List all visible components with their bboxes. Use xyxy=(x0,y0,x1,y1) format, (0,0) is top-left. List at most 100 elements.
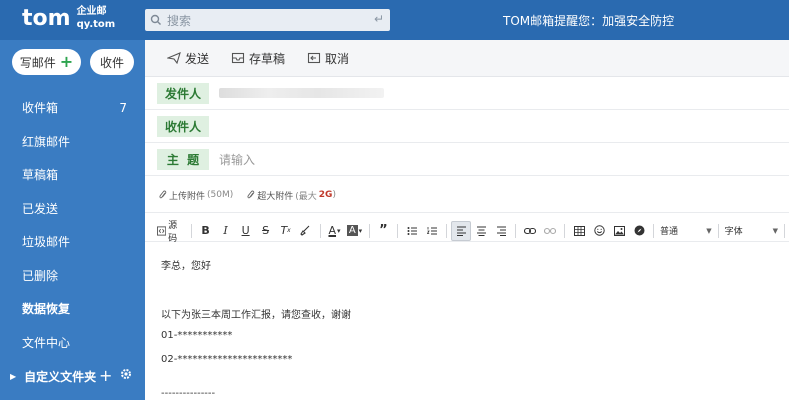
divider xyxy=(515,223,517,238)
security-notice[interactable]: TOM邮箱提醒您：加强安全防控 xyxy=(503,12,674,29)
enter-icon: ↵ xyxy=(373,12,384,26)
source-code-button[interactable]: 源码 xyxy=(155,221,187,244)
sidebar: 写邮件 + 收件 收件箱 7 红旗邮件 草稿箱 已发送 垃圾邮件 已删除 数据恢… xyxy=(0,40,145,400)
sidebar-item-label: 文件中心 xyxy=(22,335,71,350)
quote-icon[interactable]: ” xyxy=(373,221,393,241)
format-painter-icon[interactable] xyxy=(296,221,316,241)
custom-folder-section[interactable]: ▶ 自定义文件夹 + xyxy=(0,366,145,386)
sidebar-item-data-recovery[interactable]: 数据恢复 xyxy=(0,292,145,326)
logo-sub-text: 企业邮 qy.tom xyxy=(77,5,116,31)
to-row: 收件人 xyxy=(145,110,789,143)
upload-attachment-button[interactable]: 上传附件 (50M) xyxy=(159,189,233,202)
sidebar-item-sent[interactable]: 已发送 xyxy=(0,192,145,226)
big-attachment-label: 超大附件 xyxy=(257,191,294,202)
body-line: 02-*********************** xyxy=(161,354,293,365)
paperclip-icon xyxy=(159,190,167,199)
compose-area: 发送 存草稿 取消 发件人 收件人 主 题 请输入 上传附件 (50M) 超大附… xyxy=(145,40,789,400)
big-attachment-button[interactable]: 超大附件 (最大 2G) xyxy=(247,189,336,202)
body-line: --------------- xyxy=(161,388,216,399)
font-family-select[interactable]: 字体 ▼ xyxy=(723,221,780,241)
search-icon xyxy=(145,9,167,31)
clear-format-icon[interactable]: Tx xyxy=(276,221,296,241)
draft-box-icon xyxy=(231,52,245,64)
add-folder-icon[interactable]: + xyxy=(99,366,112,386)
align-right-icon[interactable] xyxy=(491,221,511,241)
font-family-value: 字体 xyxy=(724,227,743,237)
gear-icon[interactable] xyxy=(120,368,132,383)
link-icon[interactable] xyxy=(520,221,540,241)
unordered-list-icon[interactable] xyxy=(402,221,422,241)
body-line: 01-*********** xyxy=(161,330,233,341)
big-limit-prefix: (最大 xyxy=(295,191,317,202)
save-draft-button[interactable]: 存草稿 xyxy=(231,50,285,67)
divider xyxy=(190,223,192,238)
receive-label: 收件 xyxy=(99,55,124,70)
chevron-down-icon: ▼ xyxy=(706,226,712,235)
table-icon[interactable] xyxy=(569,221,589,241)
sidebar-item-deleted[interactable]: 已删除 xyxy=(0,259,145,293)
bold-icon[interactable]: B xyxy=(196,221,216,241)
receive-button[interactable]: 收件 xyxy=(90,49,134,75)
source-code-icon xyxy=(157,225,167,236)
draft-label: 存草稿 xyxy=(249,51,286,66)
ordered-list-icon[interactable] xyxy=(422,221,442,241)
image-icon[interactable] xyxy=(609,221,629,241)
compose-label: 写邮件 xyxy=(19,55,56,70)
compass-icon[interactable] xyxy=(629,221,649,241)
sidebar-item-label: 已删除 xyxy=(22,268,59,283)
plus-icon: + xyxy=(59,52,74,71)
background-color-icon[interactable]: A ▾ xyxy=(345,221,365,241)
strikethrough-icon[interactable]: S xyxy=(256,221,276,241)
caret-right-icon[interactable]: ▶ xyxy=(10,372,16,381)
brand-logo[interactable]: tom 企业邮 qy.tom xyxy=(22,5,115,31)
logo-sub-line2: qy.tom xyxy=(76,19,116,30)
align-center-icon[interactable] xyxy=(471,221,491,241)
big-limit-suffix: ) xyxy=(332,190,336,200)
paperclip-icon xyxy=(247,190,255,199)
logo-main-text: tom xyxy=(22,5,71,31)
sidebar-item-drafts[interactable]: 草稿箱 xyxy=(0,158,145,192)
divider xyxy=(564,223,566,238)
to-field[interactable] xyxy=(219,116,619,136)
sidebar-item-inbox[interactable]: 收件箱 7 xyxy=(0,91,145,125)
unlink-icon[interactable] xyxy=(540,221,560,241)
to-label[interactable]: 收件人 xyxy=(157,115,209,137)
send-button[interactable]: 发送 xyxy=(167,50,209,67)
font-color-icon[interactable]: A ▾ xyxy=(325,221,345,241)
body-line: 以下为张三本周工作汇报，请您查收，谢谢 xyxy=(161,310,351,321)
attachment-bar: 上传附件 (50M) 超大附件 (最大 2G) xyxy=(145,178,789,213)
compose-button[interactable]: 写邮件 + xyxy=(12,49,81,75)
paragraph-format-select[interactable]: 普通 ▼ xyxy=(658,221,714,241)
subject-row: 主 题 请输入 xyxy=(145,143,789,176)
divider xyxy=(717,223,719,238)
emoji-icon[interactable] xyxy=(589,221,609,241)
logo-sub-line1: 企业邮 xyxy=(76,6,107,17)
divider xyxy=(397,223,399,238)
underline-icon[interactable]: U xyxy=(236,221,256,241)
sidebar-item-file-center[interactable]: 文件中心 xyxy=(0,326,145,360)
top-bar: tom 企业邮 qy.tom 搜索 ↵ TOM邮箱提醒您：加强安全防控 xyxy=(0,0,789,40)
custom-folder-label: 自定义文件夹 xyxy=(24,369,97,384)
cancel-button[interactable]: 取消 xyxy=(307,50,349,67)
sidebar-item-label: 数据恢复 xyxy=(22,302,71,317)
align-left-icon[interactable] xyxy=(451,220,472,241)
compose-toolbar: 发送 存草稿 取消 xyxy=(145,40,789,77)
divider xyxy=(319,223,321,238)
sidebar-item-flagged[interactable]: 红旗邮件 xyxy=(0,125,145,159)
send-label: 发送 xyxy=(185,51,210,66)
sidebar-item-label: 垃圾邮件 xyxy=(22,235,71,250)
body-line: 李总，您好 xyxy=(161,261,211,272)
sidebar-item-spam[interactable]: 垃圾邮件 xyxy=(0,225,145,259)
divider xyxy=(653,223,655,238)
editor-toolbar: 源码 B I U S Tx A ▾ A ▾ ” 普通 ▼ 字体 ▼ xyxy=(145,220,789,244)
from-row: 发件人 xyxy=(145,77,789,110)
chevron-down-icon: ▼ xyxy=(772,226,779,235)
sidebar-item-label: 红旗邮件 xyxy=(22,134,71,149)
sender-address-blurred[interactable] xyxy=(219,88,384,98)
search-input[interactable]: 搜索 ↵ xyxy=(145,9,390,31)
folder-list: 收件箱 7 红旗邮件 草稿箱 已发送 垃圾邮件 已删除 数据恢复 文件中心 xyxy=(0,91,145,359)
subject-field[interactable]: 请输入 xyxy=(219,151,255,168)
italic-icon[interactable]: I xyxy=(216,221,236,241)
divider xyxy=(368,223,370,238)
from-label: 发件人 xyxy=(157,82,209,104)
